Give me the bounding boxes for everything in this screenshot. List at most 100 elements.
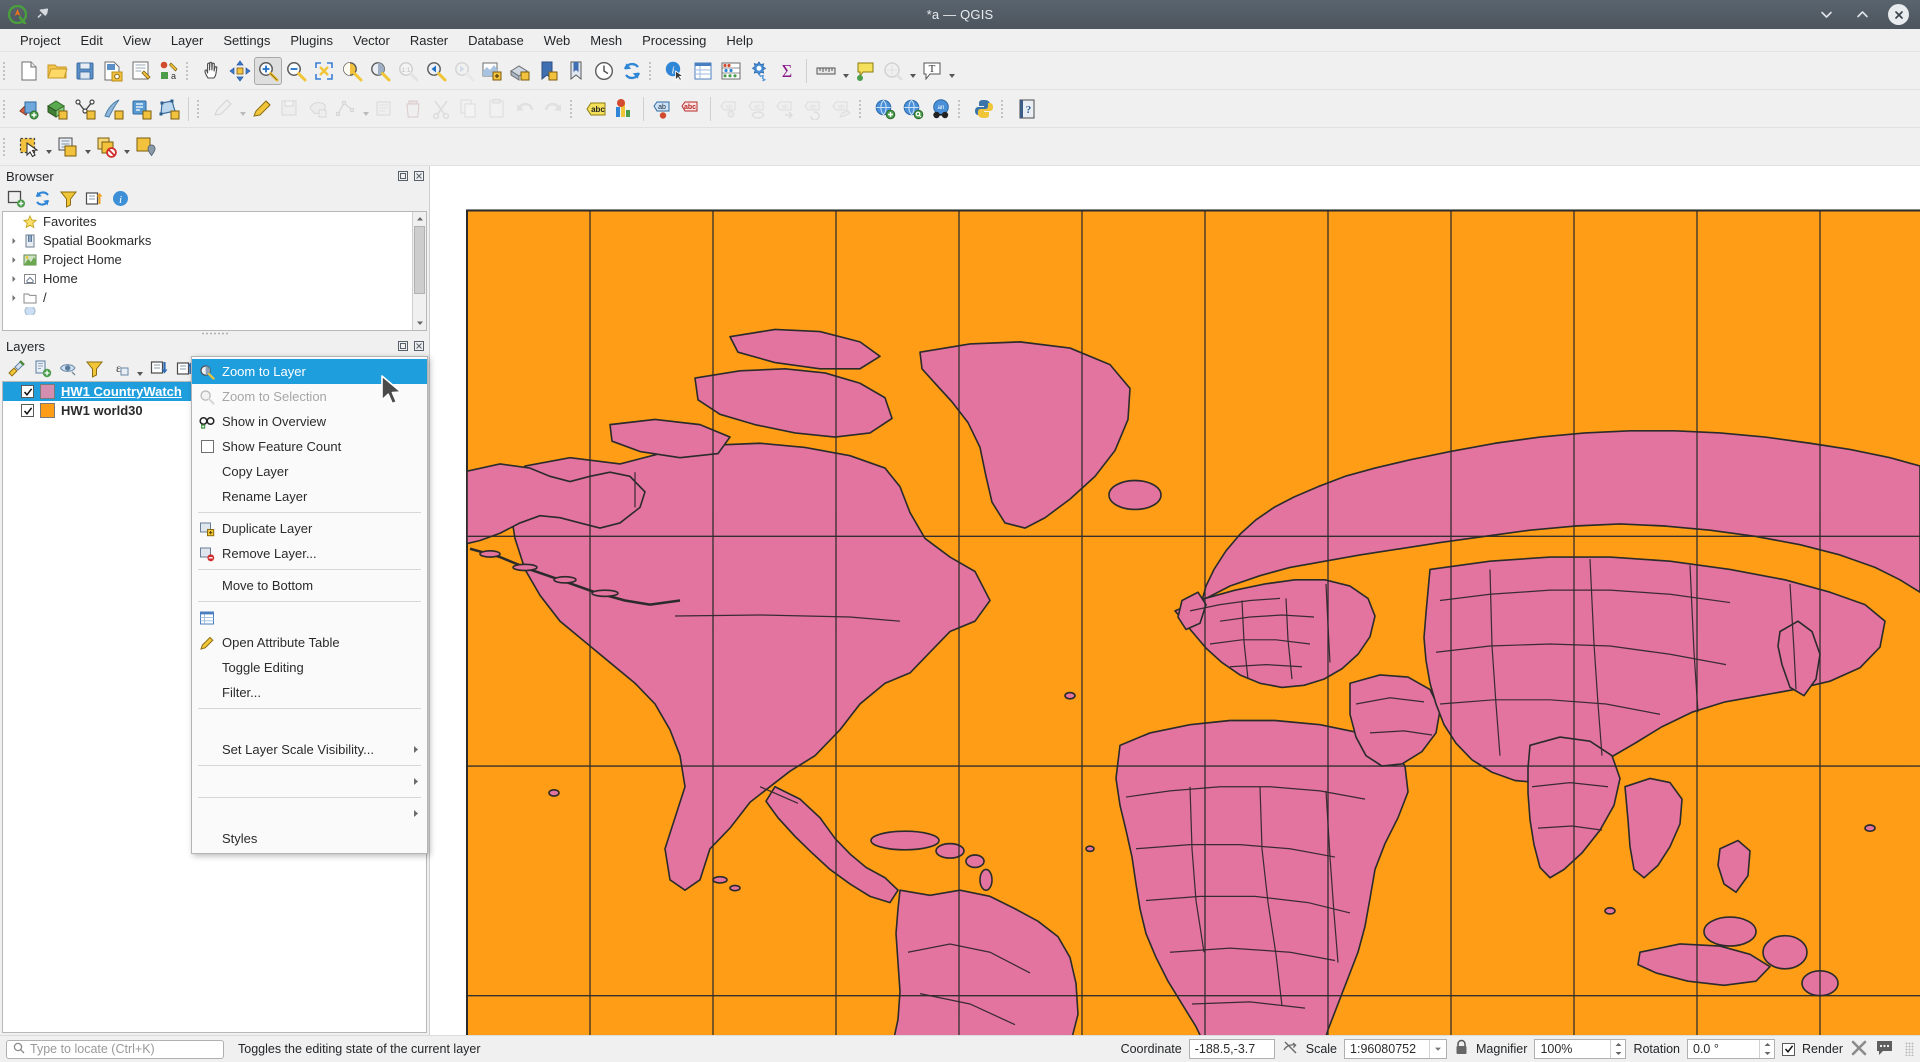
context-menu-item-styles[interactable] bbox=[192, 801, 427, 826]
toolbar-grip[interactable] bbox=[3, 59, 12, 83]
menu-view[interactable]: View bbox=[113, 31, 161, 50]
select-by-expression-icon[interactable] bbox=[54, 133, 82, 161]
toolbar-grip[interactable] bbox=[197, 97, 206, 121]
browser-item-project-home[interactable]: Project Home bbox=[3, 250, 426, 269]
menu-help[interactable]: Help bbox=[716, 31, 763, 50]
menu-raster[interactable]: Raster bbox=[400, 31, 458, 50]
menu-project[interactable]: Project bbox=[10, 31, 70, 50]
context-menu-item-move-to-bottom[interactable]: Move to Bottom bbox=[192, 573, 427, 598]
select-features-dropdown-arrow[interactable] bbox=[43, 133, 54, 161]
new-project-icon[interactable] bbox=[15, 57, 43, 85]
toggle-editing-icon[interactable] bbox=[248, 95, 276, 123]
manage-map-themes-icon[interactable] bbox=[56, 358, 80, 380]
chevron-right-icon[interactable] bbox=[7, 275, 21, 283]
stepper-up-icon[interactable] bbox=[1611, 1040, 1625, 1049]
menu-vector[interactable]: Vector bbox=[343, 31, 400, 50]
deselect-features-dropdown-arrow[interactable] bbox=[121, 133, 132, 161]
measure-line-icon[interactable] bbox=[812, 57, 840, 85]
stepper-up-icon[interactable] bbox=[1760, 1040, 1774, 1049]
temporal-controller-icon[interactable] bbox=[590, 57, 618, 85]
new-print-layout-icon[interactable] bbox=[127, 57, 155, 85]
help-contents-icon[interactable]: ? bbox=[1013, 95, 1041, 123]
processing-toolbox-icon[interactable] bbox=[745, 57, 773, 85]
browser-item-spatial-bookmarks[interactable]: Spatial Bookmarks bbox=[3, 231, 426, 250]
browser-panel-close-button[interactable] bbox=[412, 170, 425, 183]
context-menu-item-zoom-to-layer[interactable]: Zoom to Layer bbox=[192, 359, 427, 384]
browser-item-partial[interactable] bbox=[3, 307, 426, 315]
context-menu-item-show-in-overview[interactable]: Show in Overview bbox=[192, 409, 427, 434]
osm-place-search-icon[interactable]: an bbox=[927, 95, 955, 123]
add-delimited-text-icon[interactable] bbox=[71, 95, 99, 123]
cut-features-icon[interactable] bbox=[427, 95, 455, 123]
pan-map-icon[interactable] bbox=[198, 57, 226, 85]
modify-attributes-icon[interactable] bbox=[371, 95, 399, 123]
render-checkbox[interactable] bbox=[1782, 1042, 1795, 1056]
context-menu-item-zoom-to-selection[interactable]: Zoom to Selection bbox=[192, 384, 427, 409]
layers-panel-float-button[interactable] bbox=[396, 340, 409, 353]
expression-filter-icon[interactable]: ε bbox=[108, 358, 132, 380]
stop-rendering-icon[interactable] bbox=[1850, 1039, 1868, 1060]
scroll-up-arrow-icon[interactable] bbox=[413, 212, 426, 226]
stepper-down-icon[interactable] bbox=[1611, 1049, 1625, 1058]
context-menu-item-layer-crs[interactable]: Set Layer Scale Visibility... bbox=[192, 737, 427, 762]
browser-item-root[interactable]: / bbox=[3, 288, 426, 307]
scroll-down-arrow-icon[interactable] bbox=[413, 316, 426, 330]
copy-features-icon[interactable] bbox=[455, 95, 483, 123]
add-feature-icon[interactable] bbox=[304, 95, 332, 123]
save-project-icon[interactable] bbox=[71, 57, 99, 85]
statistical-summary-icon[interactable] bbox=[717, 57, 745, 85]
highlight-pinned-labels-icon[interactable]: ab bbox=[649, 95, 677, 123]
lock-icon[interactable] bbox=[1454, 1039, 1469, 1059]
context-menu-item-rename-layer[interactable]: Rename Layer bbox=[192, 484, 427, 509]
context-menu-item-copy-layer[interactable]: Copy Layer bbox=[192, 459, 427, 484]
rotation-stepper[interactable] bbox=[1759, 1040, 1774, 1058]
context-menu-item-show-feature-count[interactable]: Show Feature Count bbox=[192, 434, 427, 459]
layers-panel-close-button[interactable] bbox=[412, 340, 425, 353]
paste-features-icon[interactable] bbox=[483, 95, 511, 123]
label-layer-icon[interactable]: abc bbox=[582, 95, 610, 123]
minimize-button[interactable] bbox=[1816, 5, 1836, 25]
pin-window-icon[interactable] bbox=[35, 6, 50, 24]
map-tips-icon[interactable] bbox=[851, 57, 879, 85]
map-canvas[interactable] bbox=[430, 166, 1920, 1035]
menu-edit[interactable]: Edit bbox=[70, 31, 112, 50]
checkbox-unchecked-icon[interactable] bbox=[196, 440, 218, 453]
collapse-all-icon[interactable] bbox=[82, 188, 106, 210]
locator-search-input[interactable]: Type to locate (Ctrl+K) bbox=[6, 1039, 224, 1059]
annotations-dropdown-arrow[interactable] bbox=[907, 57, 918, 85]
browser-item-favorites[interactable]: Favorites bbox=[3, 212, 426, 231]
layer-visibility-checkbox[interactable] bbox=[21, 404, 34, 417]
add-postgis-icon[interactable] bbox=[127, 95, 155, 123]
rotate-label-icon[interactable]: ab bbox=[800, 95, 828, 123]
python-console-icon[interactable] bbox=[970, 95, 998, 123]
metasearch-find-icon[interactable] bbox=[899, 95, 927, 123]
new-3d-map-view-icon[interactable] bbox=[506, 57, 534, 85]
context-menu-item-set-layer-scale-visibility[interactable] bbox=[192, 712, 427, 737]
toolbar-grip[interactable] bbox=[186, 59, 195, 83]
close-button[interactable] bbox=[1888, 4, 1909, 25]
scale-combobox[interactable]: 1:96080752 bbox=[1344, 1039, 1448, 1059]
browser-panel-float-button[interactable] bbox=[396, 170, 409, 183]
toggle-extents-icon[interactable] bbox=[1282, 1039, 1299, 1059]
coordinate-input[interactable]: -188.5,-3.7 bbox=[1188, 1039, 1275, 1059]
scrollbar-thumb[interactable] bbox=[414, 226, 425, 294]
metasearch-add-icon[interactable] bbox=[871, 95, 899, 123]
zoom-native-icon[interactable]: 1:1 bbox=[394, 57, 422, 85]
add-spatialite-icon[interactable] bbox=[99, 95, 127, 123]
layer-visibility-checkbox[interactable] bbox=[21, 385, 34, 398]
undo-icon[interactable] bbox=[511, 95, 539, 123]
expand-all-icon[interactable] bbox=[147, 358, 171, 380]
vertex-tool-icon[interactable] bbox=[332, 95, 360, 123]
add-layer-to-map-icon[interactable] bbox=[4, 188, 28, 210]
menu-plugins[interactable]: Plugins bbox=[280, 31, 343, 50]
open-project-icon[interactable] bbox=[43, 57, 71, 85]
change-label-icon[interactable]: ab bbox=[828, 95, 856, 123]
show-unplaced-labels-icon[interactable]: ab bbox=[744, 95, 772, 123]
zoom-layer-icon[interactable] bbox=[366, 57, 394, 85]
toolbar-grip[interactable] bbox=[649, 59, 658, 83]
rotation-spinbox[interactable]: 0.0 ° bbox=[1687, 1039, 1775, 1059]
show-annotations-icon[interactable] bbox=[879, 57, 907, 85]
menu-layer[interactable]: Layer bbox=[161, 31, 214, 50]
context-menu-item-duplicate-layer[interactable]: Duplicate Layer bbox=[192, 516, 427, 541]
field-calculator-icon[interactable]: Σ bbox=[773, 57, 801, 85]
